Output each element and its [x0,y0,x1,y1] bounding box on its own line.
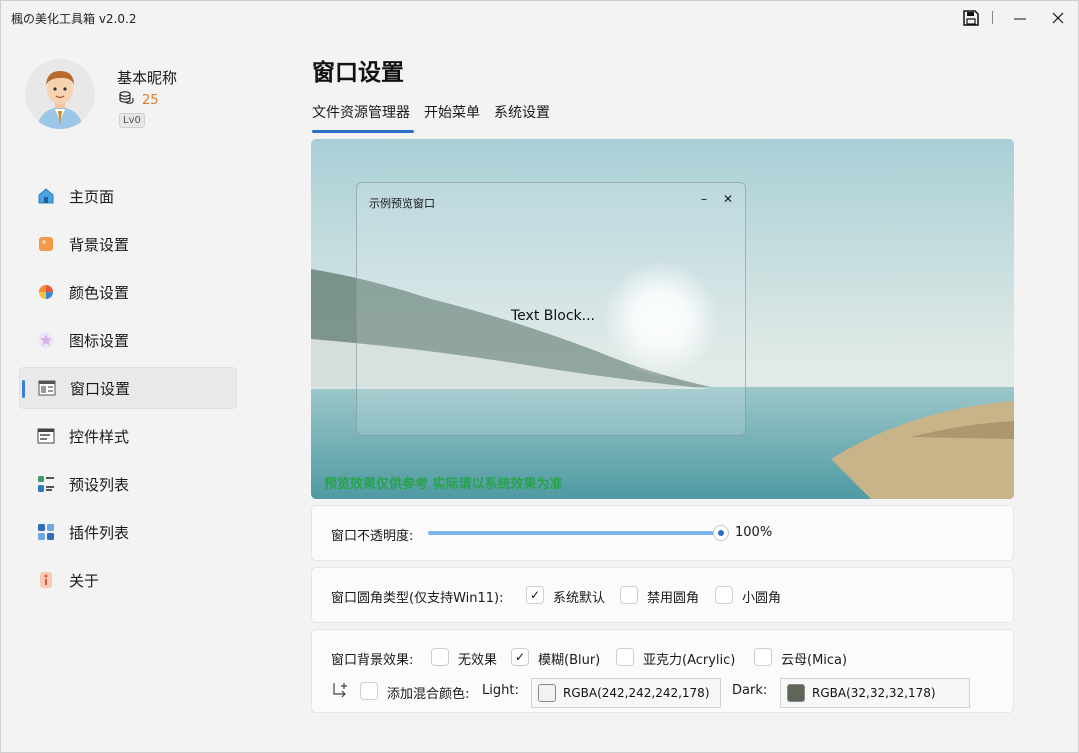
opacity-card: 窗口不透明度: 100% [311,505,1014,561]
sidebar-item-label: 窗口设置 [70,379,131,398]
backdrop-acrylic-label: 亚克力(Acrylic) [643,653,736,668]
sub-item-arrow-icon [331,682,349,704]
sidebar-item-label: 预设列表 [69,475,130,494]
preset-list-icon [37,475,55,493]
opacity-slider-track[interactable] [428,531,722,535]
blend-color-label: 添加混合颜色: [387,687,470,702]
opacity-slider-thumb[interactable] [713,525,729,541]
page-title: 窗口设置 [312,60,404,86]
dark-color-value: RGBA(32,32,32,178) [812,686,936,700]
light-color-field[interactable]: RGBA(242,242,242,178) [531,678,721,708]
sidebar-nav: 主页面 背景设置 颜色设置 图标设置 窗口设置 控件样式 预设列表 插件列表 关… [19,175,237,607]
sample-text-block: Text Block... [511,308,595,324]
app-window: 楓の美化工具箱 v2.0.2 基本昵称 25 Lv0 主页面 背景设置 颜色设置… [0,0,1079,753]
backdrop-card: 窗口背景效果: 无效果 模糊(Blur) 亚克力(Acrylic) 云母(Mic… [311,629,1014,713]
level-badge: Lv0 [119,113,145,128]
palette-icon [37,283,55,301]
nickname: 基本昵称 [117,69,178,87]
about-icon [37,571,55,589]
corner-default-checkbox[interactable] [526,586,544,604]
close-icon[interactable] [1043,5,1073,31]
blend-color-checkbox[interactable] [360,682,378,700]
save-icon[interactable] [956,5,986,31]
tab-bar: 文件资源管理器 开始菜单 系统设置 [312,102,550,133]
backdrop-none-checkbox[interactable] [431,648,449,666]
dark-color-field[interactable]: RGBA(32,32,32,178) [780,678,970,708]
sidebar-item-label: 关于 [69,571,100,590]
backdrop-blur-checkbox[interactable] [511,648,529,666]
sidebar-item-label: 插件列表 [69,523,130,542]
backdrop-none-label: 无效果 [458,653,498,668]
star-icon [37,331,55,349]
app-title: 楓の美化工具箱 v2.0.2 [11,12,137,26]
preview-area: 示例预览窗口 – ✕ Text Block... 预览效果仅供参考 实际请以系统… [311,139,1014,499]
preview-note: 预览效果仅供参考 实际请以系统效果为准 [324,477,563,492]
sidebar-item-icon[interactable]: 图标设置 [19,319,237,361]
sidebar: 基本昵称 25 Lv0 主页面 背景设置 颜色设置 图标设置 窗口设置 控件样式… [1,35,251,753]
sidebar-item-background[interactable]: 背景设置 [19,223,237,265]
sidebar-item-label: 颜色设置 [69,283,130,302]
sidebar-item-label: 图标设置 [69,331,130,350]
minimize-icon[interactable] [1005,5,1035,31]
light-color-value: RGBA(242,242,242,178) [563,686,710,700]
sidebar-item-controls[interactable]: 控件样式 [19,415,237,457]
backdrop-acrylic-checkbox[interactable] [616,648,634,666]
coin-row: 25 [118,90,159,110]
corner-card: 窗口圆角类型(仅支持Win11): 系统默认 禁用圆角 小圆角 [311,567,1014,623]
light-label: Light: [482,683,519,698]
light-color-swatch[interactable] [538,684,556,702]
controls-icon [37,427,55,445]
home-icon [37,187,55,205]
corner-default-label: 系统默认 [553,591,606,606]
plugins-icon [37,523,55,541]
corner-disabled-checkbox[interactable] [620,586,638,604]
sample-close-icon: ✕ [723,192,734,206]
title-separator [992,11,993,24]
dark-label: Dark: [732,683,768,698]
sidebar-item-label: 主页面 [69,187,115,206]
sidebar-item-about[interactable]: 关于 [19,559,237,601]
background-icon [37,235,55,253]
sidebar-item-home[interactable]: 主页面 [19,175,237,217]
tab-start-menu[interactable]: 开始菜单 [424,102,480,129]
tab-system-settings[interactable]: 系统设置 [494,102,550,129]
opacity-label: 窗口不透明度: [331,529,414,544]
backdrop-blur-label: 模糊(Blur) [538,653,601,668]
coin-count: 25 [142,92,159,108]
backdrop-label: 窗口背景效果: [331,653,414,668]
sample-window-title: 示例预览窗口 [369,197,435,210]
avatar[interactable] [25,59,95,129]
sidebar-item-label: 背景设置 [69,235,130,254]
corner-disabled-label: 禁用圆角 [647,591,700,606]
backdrop-mica-checkbox[interactable] [754,648,772,666]
sidebar-item-label: 控件样式 [69,427,130,446]
title-bar: 楓の美化工具箱 v2.0.2 [1,1,1079,35]
sample-minimize-icon: – [701,192,707,206]
backdrop-mica-label: 云母(Mica) [781,653,848,668]
opacity-value: 100% [735,525,773,540]
dark-color-swatch[interactable] [787,684,805,702]
sidebar-item-window[interactable]: 窗口设置 [19,367,237,409]
sample-preview-window: 示例预览窗口 – ✕ Text Block... [356,182,746,436]
sidebar-item-color[interactable]: 颜色设置 [19,271,237,313]
corner-label: 窗口圆角类型(仅支持Win11): [331,591,504,606]
sidebar-item-plugins[interactable]: 插件列表 [19,511,237,553]
coin-stack-icon [118,90,134,110]
corner-small-checkbox[interactable] [715,586,733,604]
sidebar-item-presets[interactable]: 预设列表 [19,463,237,505]
tab-file-explorer[interactable]: 文件资源管理器 [312,102,414,133]
corner-small-label: 小圆角 [742,591,782,606]
window-icon [38,379,56,397]
